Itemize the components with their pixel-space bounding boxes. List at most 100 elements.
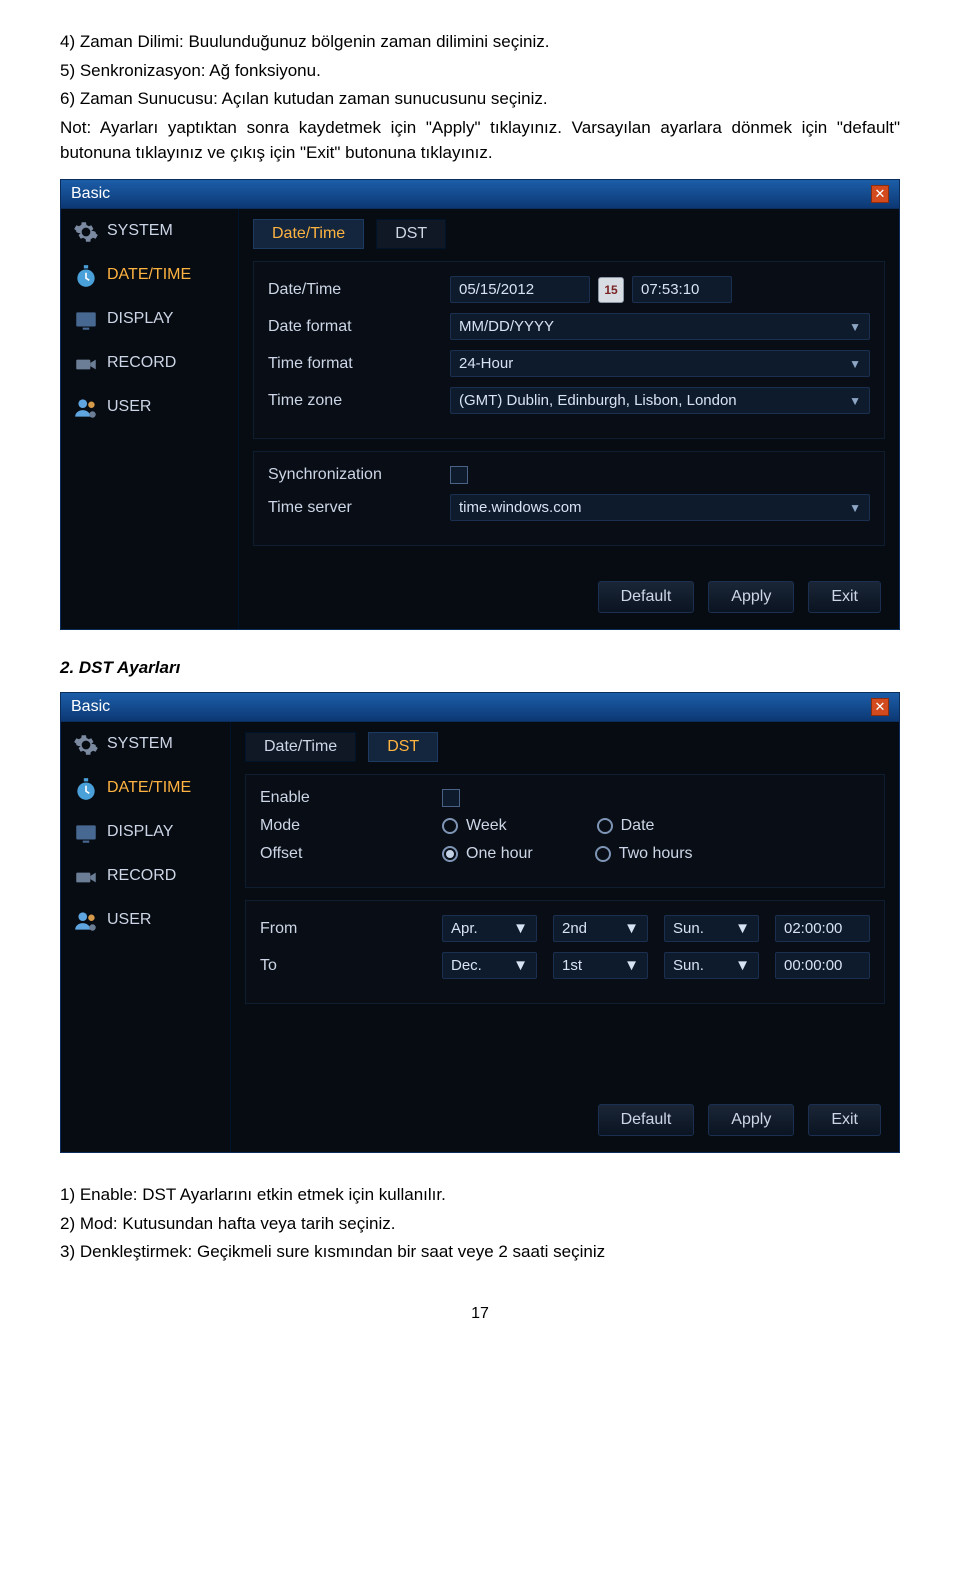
- gear-icon: [73, 732, 99, 756]
- chevron-down-icon: ▼: [624, 920, 639, 937]
- doc-line-4: Not: Ayarları yaptıktan sonra kaydetmek …: [60, 116, 900, 165]
- display-icon: [73, 820, 99, 844]
- tab-dst[interactable]: DST: [376, 219, 446, 249]
- sidebar-item-datetime[interactable]: DATE/TIME: [61, 253, 238, 297]
- exit-button[interactable]: Exit: [808, 581, 881, 613]
- sidebar-item-user[interactable]: USER: [61, 385, 238, 429]
- panel-title-bar: Basic ✕: [61, 693, 899, 722]
- default-button[interactable]: Default: [598, 1104, 695, 1136]
- camera-icon: [73, 351, 99, 375]
- radio-label: Date: [621, 817, 655, 835]
- label-enable: Enable: [260, 789, 442, 807]
- time-server-select[interactable]: time.windows.com ▼: [450, 494, 870, 521]
- date-input[interactable]: 05/15/2012: [450, 276, 590, 303]
- heading-dst: 2. DST Ayarları: [60, 658, 900, 678]
- offset-one-hour-radio[interactable]: [442, 846, 458, 862]
- doc-line-after-3: 3) Denkleştirmek: Geçikmeli sure kısmınd…: [60, 1240, 900, 1265]
- chevron-down-icon: ▼: [624, 957, 639, 974]
- sidebar-item-display[interactable]: DISPLAY: [61, 810, 230, 854]
- label-offset: Offset: [260, 845, 442, 863]
- sync-checkbox[interactable]: [450, 466, 468, 484]
- display-icon: [73, 307, 99, 331]
- from-month-select[interactable]: Apr. ▼: [442, 915, 537, 942]
- sidebar-item-label: DATE/TIME: [107, 779, 191, 797]
- date-format-select[interactable]: MM/DD/YYYY ▼: [450, 313, 870, 340]
- doc-line-2: 5) Senkronizasyon: Ağ fonksiyonu.: [60, 59, 900, 84]
- chevron-down-icon: ▼: [849, 394, 861, 408]
- radio-label: Two hours: [619, 845, 693, 863]
- sidebar-item-label: DISPLAY: [107, 310, 173, 328]
- chevron-down-icon: ▼: [849, 501, 861, 515]
- apply-button[interactable]: Apply: [708, 1104, 794, 1136]
- label-from: From: [260, 920, 442, 938]
- select-value: 1st: [562, 957, 582, 974]
- clock-icon: [73, 263, 99, 287]
- doc-line-1: 4) Zaman Dilimi: Buulunduğunuz bölgenin …: [60, 30, 900, 55]
- camera-icon: [73, 864, 99, 888]
- label-time-server: Time server: [268, 499, 450, 517]
- sidebar-item-label: RECORD: [107, 354, 176, 372]
- label-to: To: [260, 957, 442, 975]
- sidebar: SYSTEM DATE/TIME DISPLAY RECORD USER: [61, 722, 231, 1152]
- panel-title-bar: Basic ✕: [61, 180, 899, 209]
- exit-button[interactable]: Exit: [808, 1104, 881, 1136]
- sidebar-item-record[interactable]: RECORD: [61, 341, 238, 385]
- sidebar-item-label: DISPLAY: [107, 823, 173, 841]
- default-button[interactable]: Default: [598, 581, 695, 613]
- select-value: MM/DD/YYYY: [459, 318, 554, 335]
- select-value: Sun.: [673, 920, 704, 937]
- user-icon: [73, 395, 99, 419]
- select-value: Apr.: [451, 920, 478, 937]
- select-value: Dec.: [451, 957, 482, 974]
- time-input[interactable]: 07:53:10: [632, 276, 732, 303]
- sidebar-item-label: USER: [107, 911, 151, 929]
- sidebar-item-system[interactable]: SYSTEM: [61, 209, 238, 253]
- clock-icon: [73, 776, 99, 800]
- settings-panel-2: Basic ✕ SYSTEM DATE/TIME DISPLAY RECORD: [60, 692, 900, 1153]
- apply-button[interactable]: Apply: [708, 581, 794, 613]
- calendar-icon[interactable]: 15: [598, 277, 624, 303]
- close-icon[interactable]: ✕: [871, 185, 889, 203]
- sidebar-item-display[interactable]: DISPLAY: [61, 297, 238, 341]
- tab-dst[interactable]: DST: [368, 732, 438, 762]
- sidebar-item-label: SYSTEM: [107, 222, 173, 240]
- select-value: Sun.: [673, 957, 704, 974]
- to-time-input[interactable]: 00:00:00: [775, 952, 870, 979]
- label-mode: Mode: [260, 817, 442, 835]
- mode-week-radio[interactable]: [442, 818, 458, 834]
- from-day-select[interactable]: Sun.▼: [664, 915, 759, 942]
- to-day-select[interactable]: Sun. ▼: [664, 952, 759, 979]
- chevron-down-icon: ▼: [513, 920, 528, 937]
- select-value: (GMT) Dublin, Edinburgh, Lisbon, London: [459, 392, 737, 409]
- doc-line-after-2: 2) Mod: Kutusundan hafta veya tarih seçi…: [60, 1212, 900, 1237]
- chevron-down-icon: ▼: [735, 957, 750, 974]
- label-date-format: Date format: [268, 318, 450, 336]
- from-week-select[interactable]: 2nd▼: [553, 915, 648, 942]
- sidebar-item-record[interactable]: RECORD: [61, 854, 230, 898]
- enable-checkbox[interactable]: [442, 789, 460, 807]
- sidebar-item-label: DATE/TIME: [107, 266, 191, 284]
- tab-datetime[interactable]: Date/Time: [245, 732, 356, 762]
- offset-two-hours-radio[interactable]: [595, 846, 611, 862]
- label-datetime: Date/Time: [268, 281, 450, 299]
- sidebar-item-label: RECORD: [107, 867, 176, 885]
- sidebar-item-system[interactable]: SYSTEM: [61, 722, 230, 766]
- close-icon[interactable]: ✕: [871, 698, 889, 716]
- gear-icon: [73, 219, 99, 243]
- settings-panel-1: Basic ✕ SYSTEM DATE/TIME DISPLAY RECORD: [60, 179, 900, 630]
- to-week-select[interactable]: 1st ▼: [553, 952, 648, 979]
- from-time-input[interactable]: 02:00:00: [775, 915, 870, 942]
- user-icon: [73, 908, 99, 932]
- sidebar-item-datetime[interactable]: DATE/TIME: [61, 766, 230, 810]
- time-format-select[interactable]: 24-Hour ▼: [450, 350, 870, 377]
- to-month-select[interactable]: Dec.▼: [442, 952, 537, 979]
- chevron-down-icon: ▼: [849, 357, 861, 371]
- page-number: 17: [60, 1305, 900, 1323]
- mode-date-radio[interactable]: [597, 818, 613, 834]
- panel-title: Basic: [71, 185, 110, 203]
- time-zone-select[interactable]: (GMT) Dublin, Edinburgh, Lisbon, London …: [450, 387, 870, 414]
- sidebar-item-label: USER: [107, 398, 151, 416]
- tab-datetime[interactable]: Date/Time: [253, 219, 364, 249]
- label-sync: Synchronization: [268, 466, 450, 484]
- sidebar-item-user[interactable]: USER: [61, 898, 230, 942]
